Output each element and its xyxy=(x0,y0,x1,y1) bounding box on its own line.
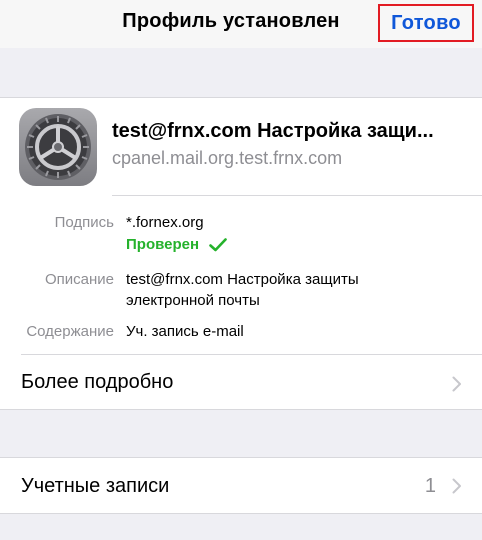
accounts-count: 1 xyxy=(424,475,436,497)
contents-value: Уч. запись e-mail xyxy=(126,323,244,340)
profile-host: cpanel.mail.org.test.frnx.com xyxy=(112,148,343,168)
contents-label: Содержание xyxy=(26,323,114,340)
checkmark-icon xyxy=(209,237,227,251)
profile-name: test@frnx.com Настройка защи... xyxy=(112,120,434,142)
chevron-right-icon xyxy=(452,376,461,392)
accounts-row[interactable]: Учетные записи 1 xyxy=(0,457,482,514)
description-label: Описание xyxy=(44,271,114,288)
signature-value: *.fornex.org xyxy=(126,214,204,231)
verified-status: Проверен xyxy=(126,236,227,253)
done-button[interactable]: Готово xyxy=(378,4,474,42)
verified-label: Проверен xyxy=(126,236,200,253)
profile-card: test@frnx.com Настройка защи... cpanel.m… xyxy=(0,97,482,410)
chevron-right-icon xyxy=(452,478,461,494)
accounts-label: Учетные записи xyxy=(21,475,170,497)
divider xyxy=(112,195,482,196)
description-value: test@frnx.com Настройка защиты электронн… xyxy=(126,271,359,309)
divider xyxy=(21,354,482,355)
navigation-bar: Профиль установлен Готово xyxy=(0,0,482,48)
more-details-row[interactable]: Более подробно xyxy=(21,371,173,394)
settings-gear-icon xyxy=(19,108,97,186)
signature-label: Подпись xyxy=(54,214,114,231)
